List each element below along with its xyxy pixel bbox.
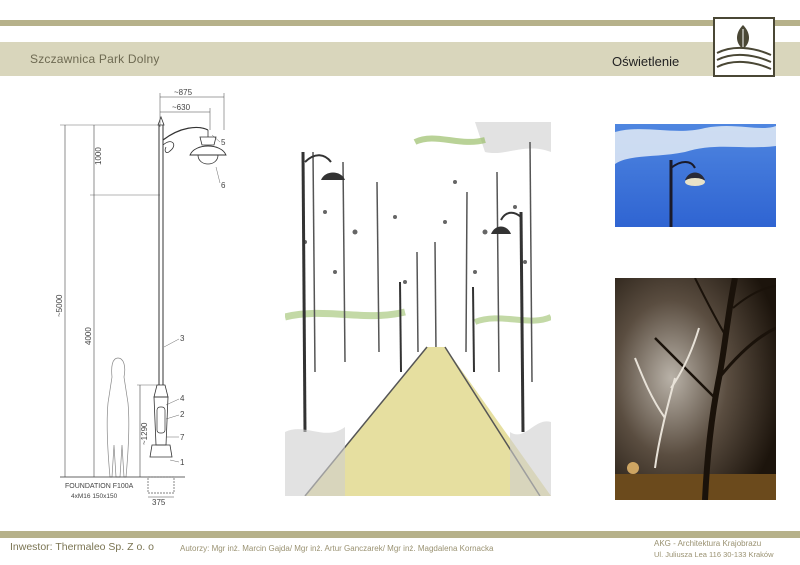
callout-2: 2	[180, 410, 185, 419]
dim-foundation-width: 375	[152, 498, 166, 507]
park-alley-sketch	[285, 122, 551, 496]
dim-total-height: ~5000	[55, 294, 64, 317]
section-title: Oświetlenie	[612, 54, 680, 69]
foundation-label: FOUNDATION F100A	[65, 483, 134, 490]
park-night-photo	[615, 278, 776, 500]
authors-text: Autorzy: Mgr inż. Marcin Gajda/ Mgr inż.…	[180, 544, 494, 553]
dim-total-width: ~875	[174, 88, 193, 97]
callout-7: 7	[180, 433, 185, 442]
callout-4: 4	[180, 394, 185, 403]
investor-text: Inwestor: Thermaleo Sp. Z o. o	[10, 541, 154, 553]
project-title: Szczawnica Park Dolny	[30, 52, 160, 66]
company-address: Ul. Juliusza Lea 116 30-133 Kraków	[654, 550, 774, 559]
callout-1: 1	[180, 458, 185, 467]
dim-pole-height: 4000	[84, 327, 93, 345]
foundation-spec: 4xM16 150x150	[71, 493, 118, 500]
lamp-day-photo	[615, 124, 776, 227]
lamp-technical-drawing: ~875 ~630 1000 ~5000 4000 ~1290 5 6 3 4 …	[55, 88, 227, 507]
callout-6: 6	[221, 181, 226, 190]
top-band	[0, 20, 800, 26]
dim-base-height: ~1290	[140, 422, 149, 445]
company-name: AKG - Architektura Krajobrazu	[654, 539, 762, 548]
bottom-band	[0, 531, 800, 538]
dim-arm-width: ~630	[172, 103, 191, 112]
company-logo	[713, 17, 775, 77]
leaf-logo-icon	[716, 25, 772, 70]
callout-5: 5	[221, 138, 226, 147]
dim-top-height: 1000	[94, 147, 103, 165]
callout-3: 3	[180, 334, 185, 343]
